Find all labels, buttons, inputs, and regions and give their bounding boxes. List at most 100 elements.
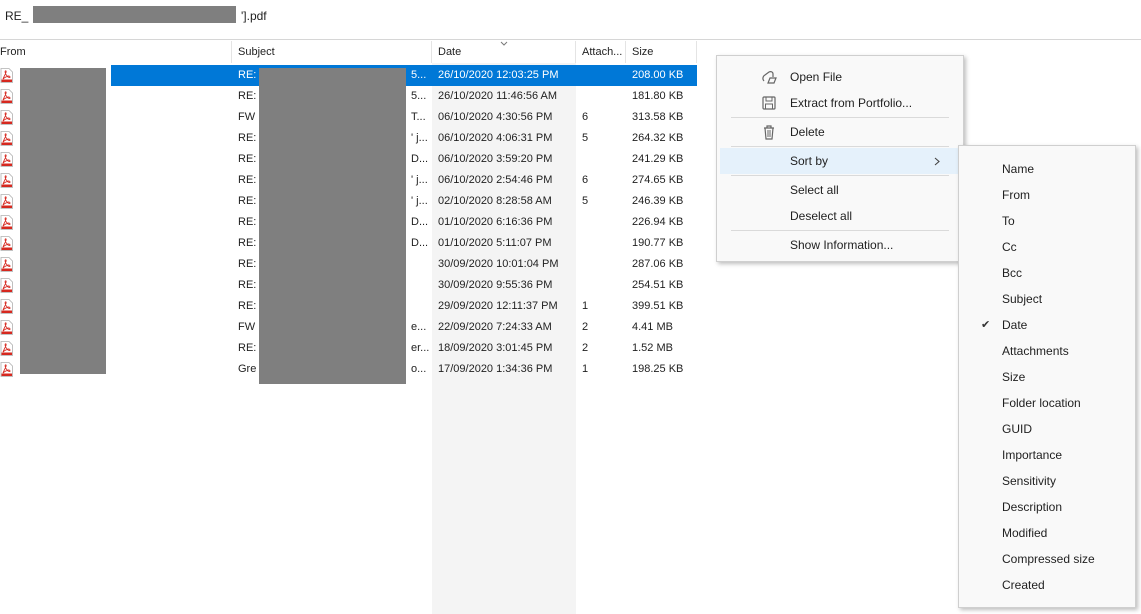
cell-subject: RE:	[238, 132, 257, 144]
cell-size: 264.32 KB	[632, 132, 684, 144]
cell-attachments: 6	[582, 174, 589, 186]
cell-date: 17/09/2020 1:34:36 PM	[438, 363, 553, 375]
pdf-file-icon	[0, 89, 13, 104]
sort-option-label: Subject	[1002, 292, 1043, 306]
sort-option-label: Cc	[1002, 240, 1017, 254]
menu-open-file[interactable]: Open File	[717, 64, 963, 90]
menu-separator	[731, 175, 949, 176]
cell-date: 30/09/2020 9:55:36 PM	[438, 279, 553, 291]
sort-option-label: Compressed size	[1002, 552, 1095, 566]
cell-subject: RE:	[238, 153, 257, 165]
cell-attachments	[582, 233, 622, 254]
cell-subject-tail: o...	[411, 363, 427, 375]
sort-option-folder-location[interactable]: Folder location	[959, 390, 1135, 416]
menu-show-information[interactable]: Show Information...	[717, 232, 963, 258]
pdf-file-icon	[0, 362, 13, 377]
sort-option-importance[interactable]: Importance	[959, 442, 1135, 468]
cell-subject-tail: er...	[411, 342, 430, 354]
sort-option-guid[interactable]: GUID	[959, 416, 1135, 442]
cell-date: 29/09/2020 12:11:37 PM	[438, 300, 558, 312]
menu-delete[interactable]: Delete	[717, 119, 963, 145]
cell-attachments: 2	[582, 342, 589, 354]
cell-subject-tail: D...	[411, 237, 429, 249]
sort-option-subject[interactable]: Subject	[959, 286, 1135, 312]
cell-size: 287.06 KB	[632, 258, 684, 270]
cell-subject-tail: 5...	[411, 90, 427, 102]
cell-attachments: 1	[582, 363, 589, 375]
cell-size: 254.51 KB	[632, 279, 684, 291]
sort-option-label: Size	[1002, 370, 1026, 384]
menu-select-all[interactable]: Select all	[717, 177, 963, 203]
cell-subject: RE:	[238, 300, 257, 312]
sort-option-bcc[interactable]: Bcc	[959, 260, 1135, 286]
cell-size: 208.00 KB	[632, 69, 684, 81]
cell-size: 226.94 KB	[632, 216, 684, 228]
cell-date: 06/10/2020 3:59:20 PM	[438, 153, 553, 165]
column-header-attachments[interactable]: Attach...	[576, 41, 626, 63]
pdf-file-icon	[0, 215, 13, 230]
sort-option-label: Folder location	[1002, 396, 1081, 410]
cell-date: 22/09/2020 7:24:33 AM	[438, 321, 552, 333]
sort-option-attachments[interactable]: Attachments	[959, 338, 1135, 364]
title-prefix: RE_	[5, 9, 29, 23]
column-header-row: From Subject Date Attach... Size	[0, 41, 697, 63]
sort-option-from[interactable]: From	[959, 182, 1135, 208]
redacted-from-column	[20, 68, 106, 374]
pdf-file-icon	[0, 320, 13, 335]
cell-subject: RE:	[238, 216, 257, 228]
window-title-bar: RE_ '].pdf	[0, 0, 1141, 40]
cell-subject-tail: ' j...	[411, 132, 428, 144]
sort-option-label: Created	[1002, 578, 1045, 592]
title-suffix: '].pdf	[241, 9, 267, 23]
sort-option-label: GUID	[1002, 422, 1032, 436]
menu-deselect-all[interactable]: Deselect all	[717, 203, 963, 229]
sort-option-created[interactable]: Created	[959, 572, 1135, 598]
menu-extract-label: Extract from Portfolio...	[790, 96, 913, 110]
cell-subject: RE:	[238, 69, 257, 81]
cell-subject: RE:	[238, 90, 257, 102]
sort-option-label: From	[1002, 188, 1030, 202]
sort-option-cc[interactable]: Cc	[959, 234, 1135, 260]
cell-subject: FW	[238, 321, 256, 333]
menu-show-information-label: Show Information...	[790, 238, 894, 252]
checkmark-icon: ✔	[981, 319, 991, 331]
trash-icon	[764, 125, 774, 140]
sort-by-submenu: Name From To Cc Bcc Subject ✔ Date Attachments Si…	[958, 145, 1136, 608]
pdf-file-icon	[0, 257, 13, 272]
sort-option-modified[interactable]: Modified	[959, 520, 1135, 546]
cell-size: 1.52 MB	[632, 342, 673, 354]
sort-option-label: To	[1002, 214, 1015, 228]
menu-select-all-label: Select all	[790, 183, 839, 197]
sort-option-description[interactable]: Description	[959, 494, 1135, 520]
sort-option-label: Description	[1002, 500, 1063, 514]
sort-option-to[interactable]: To	[959, 208, 1135, 234]
cell-subject: FW	[238, 111, 256, 123]
column-header-size[interactable]: Size	[626, 41, 697, 63]
pdf-file-icon	[0, 194, 13, 209]
menu-extract[interactable]: Extract from Portfolio...	[717, 90, 963, 116]
sort-option-label: Sensitivity	[1002, 474, 1057, 488]
cell-date: 26/10/2020 11:46:56 AM	[438, 90, 558, 102]
menu-sort-by[interactable]: Sort by	[720, 148, 960, 174]
cell-attachments: 1	[582, 300, 589, 312]
cell-date: 30/09/2020 10:01:04 PM	[438, 258, 559, 270]
column-header-from[interactable]: From	[0, 41, 232, 63]
sort-option-label: Date	[1002, 318, 1028, 332]
sort-option-label: Bcc	[1002, 266, 1023, 280]
cell-date: 18/09/2020 3:01:45 PM	[438, 342, 553, 354]
sort-option-date[interactable]: ✔ Date	[959, 312, 1135, 338]
cell-subject: RE:	[238, 237, 257, 249]
sort-option-name[interactable]: Name	[959, 156, 1135, 182]
column-header-subject[interactable]: Subject	[232, 41, 432, 63]
cell-size: 246.39 KB	[632, 195, 684, 207]
cell-attachments	[582, 65, 622, 86]
chevron-right-icon	[934, 157, 940, 166]
cell-date: 01/10/2020 6:16:36 PM	[438, 216, 553, 228]
cell-subject-tail: e...	[411, 321, 427, 333]
cell-subject: RE:	[238, 279, 257, 291]
sort-option-sensitivity[interactable]: Sensitivity	[959, 468, 1135, 494]
cell-size: 241.29 KB	[632, 153, 684, 165]
sort-option-size[interactable]: Size	[959, 364, 1135, 390]
sort-option-compressed-size[interactable]: Compressed size	[959, 546, 1135, 572]
cell-subject-tail	[411, 275, 431, 296]
